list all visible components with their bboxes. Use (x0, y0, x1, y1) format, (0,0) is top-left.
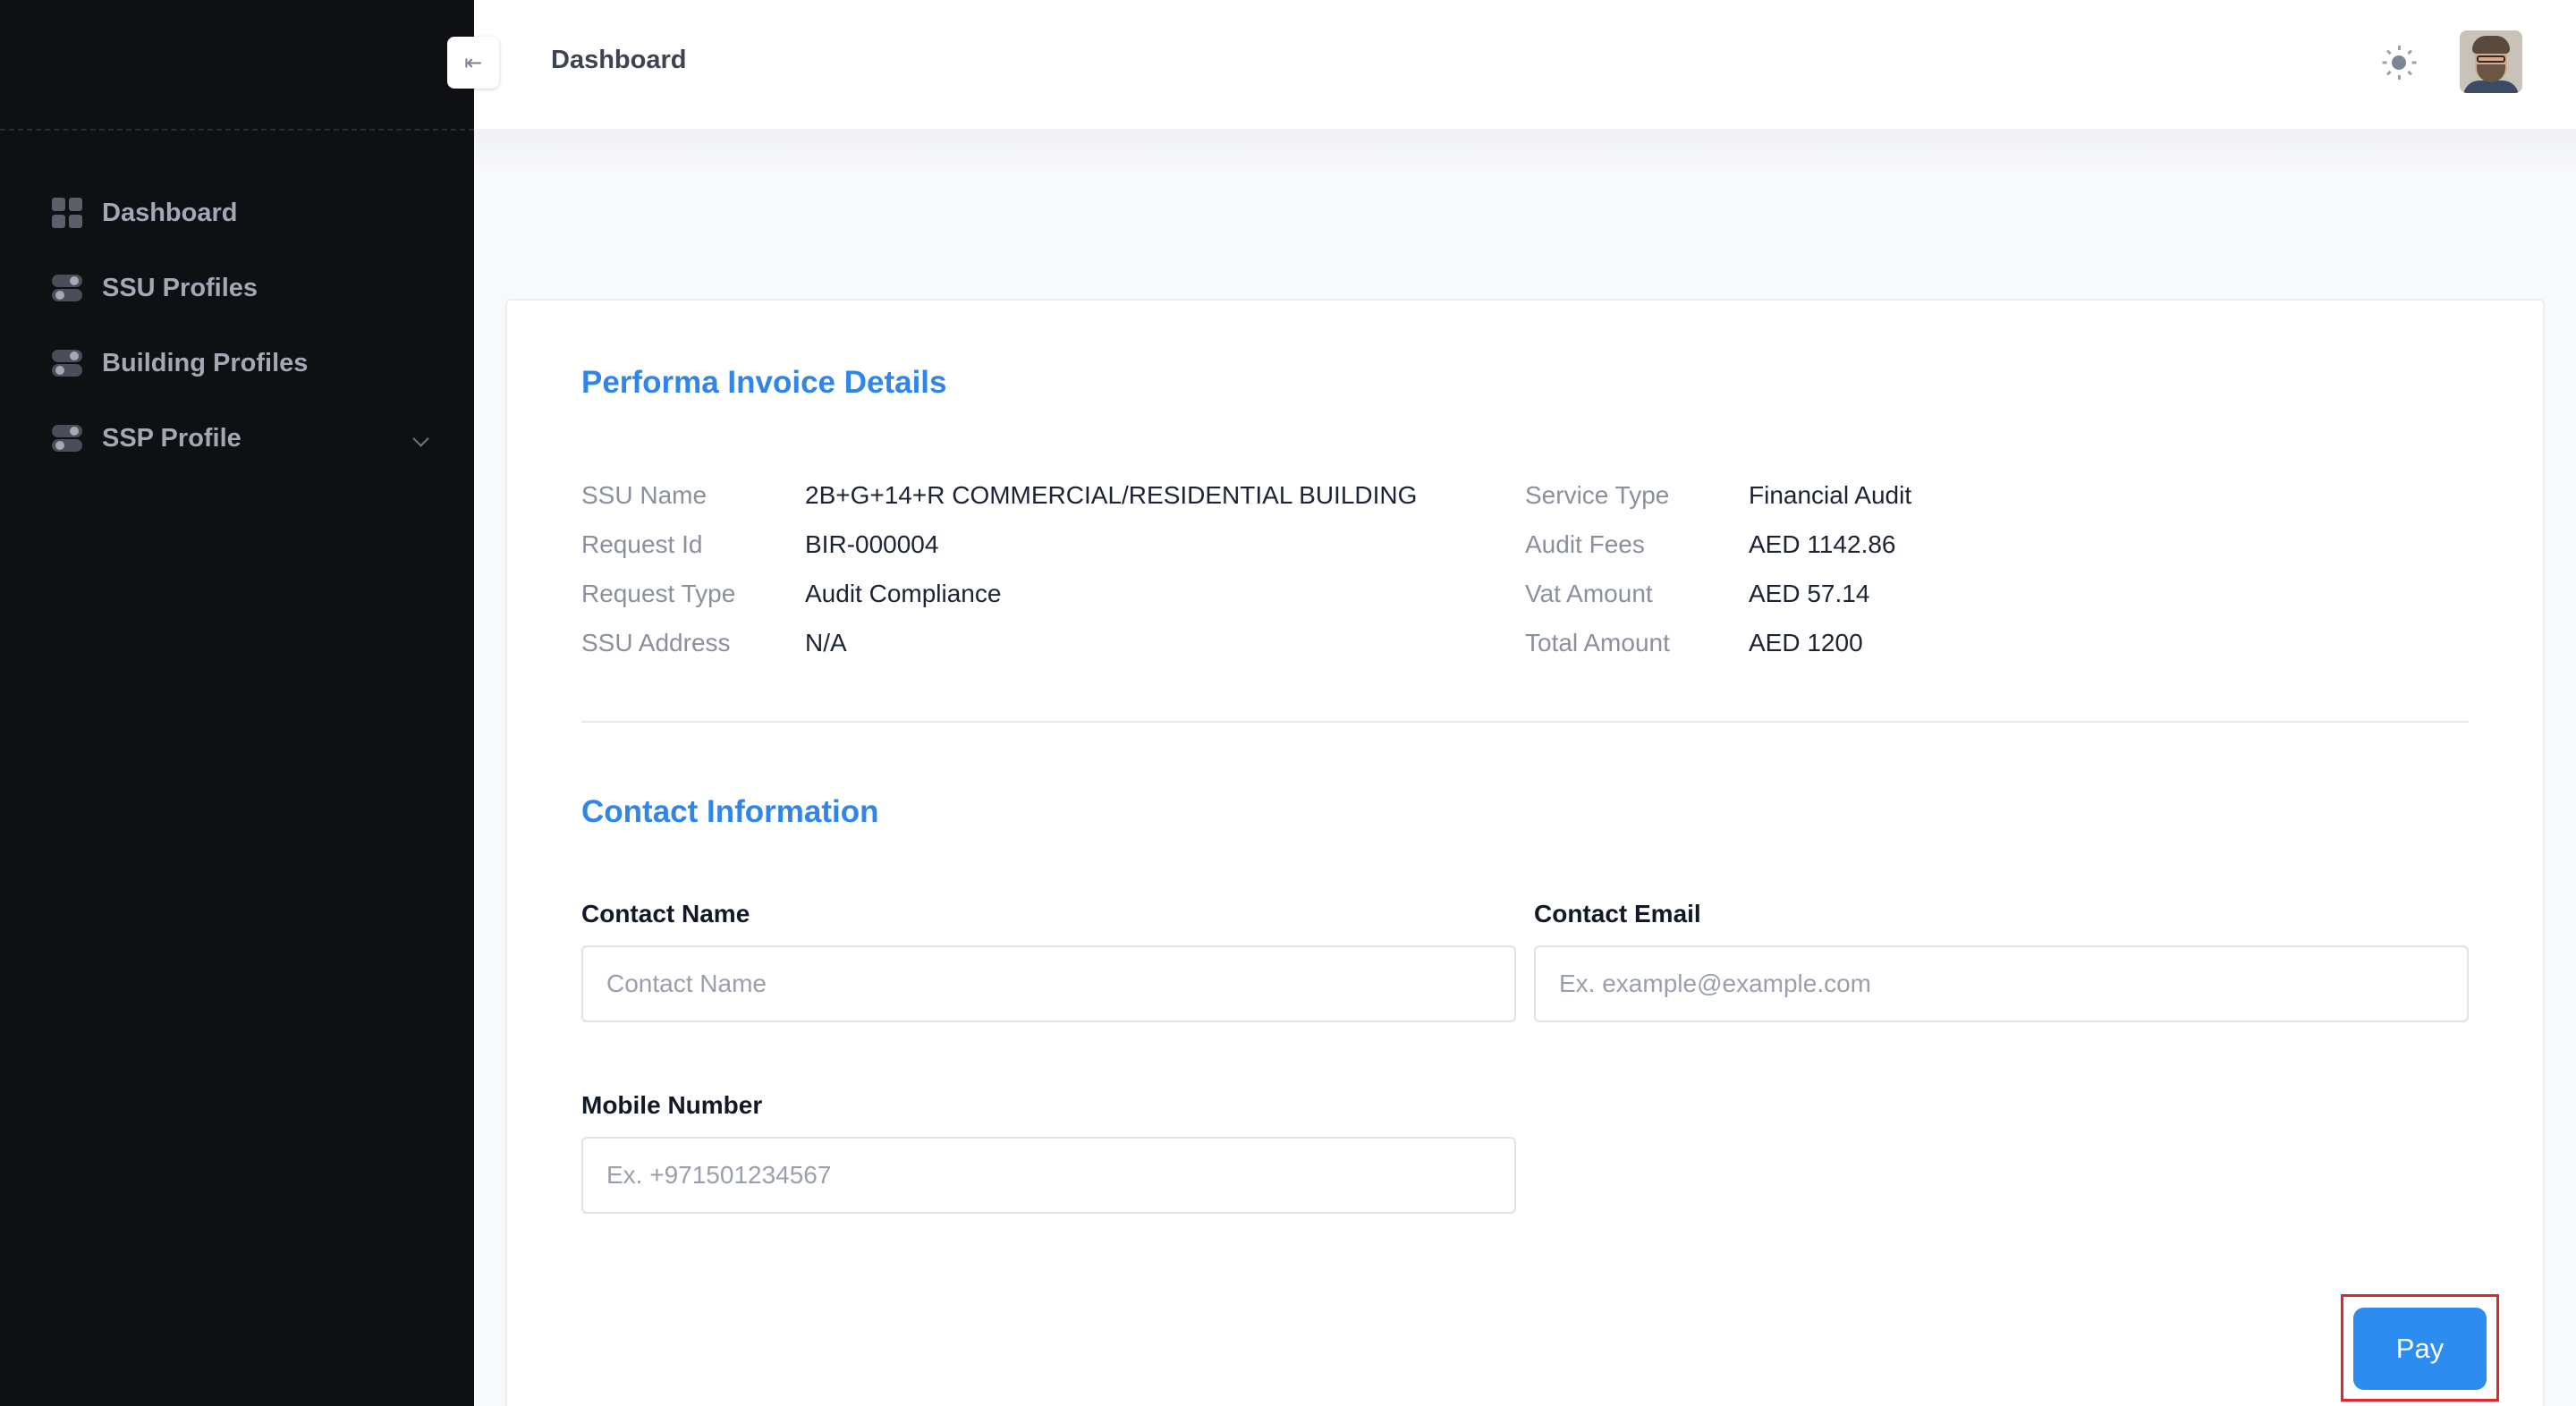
theme-toggle-button[interactable] (2379, 43, 2419, 82)
ssu-name-value: 2B+G+14+R COMMERCIAL/RESIDENTIAL BUILDIN… (805, 481, 1418, 509)
sidebar-item-ssu-profiles[interactable]: SSU Profiles (0, 250, 474, 326)
grid-icon (52, 198, 82, 228)
ssu-name-label: SSU Name (581, 481, 708, 509)
invoice-card (505, 299, 2545, 1406)
sidebar-item-label: SSP Profile (102, 423, 242, 453)
sun-ray (2397, 75, 2401, 80)
sidebar-item-label: SSU Profiles (102, 273, 258, 302)
header-shadow (474, 129, 2576, 174)
toggle-icon (52, 348, 82, 378)
mobile-number-input[interactable] (581, 1137, 1516, 1214)
sidebar-item-ssp-profile[interactable]: SSP Profile (0, 401, 474, 476)
service-type-label: Service Type (1525, 481, 1670, 509)
chevron-down-icon[interactable] (412, 430, 429, 447)
mobile-number-label: Mobile Number (581, 1091, 763, 1119)
request-id-label: Request Id (581, 530, 703, 558)
sidebar-logo-area (0, 0, 474, 131)
request-type-label: Request Type (581, 580, 736, 607)
contact-email-input[interactable] (1534, 945, 2469, 1022)
request-type-value: Audit Compliance (805, 580, 1002, 607)
sun-ray (2385, 70, 2392, 76)
contact-section-title: Contact Information (581, 794, 879, 829)
section-divider (581, 721, 2469, 723)
vat-amount-value: AED 57.14 (1749, 580, 1870, 607)
toggle-icon (52, 423, 82, 453)
sun-ray (2406, 49, 2412, 55)
audit-fees-value: AED 1142.86 (1749, 530, 1896, 558)
sun-ray (2397, 46, 2401, 50)
sidebar-item-label: Dashboard (102, 198, 238, 227)
sun-ray (2411, 61, 2416, 64)
sun-icon (2382, 46, 2416, 80)
avatar[interactable] (2460, 30, 2522, 93)
invoice-section-title: Performa Invoice Details (581, 365, 947, 400)
contact-name-label: Contact Name (581, 900, 750, 927)
contact-name-input[interactable] (581, 945, 1516, 1022)
page-title: Dashboard (551, 46, 687, 74)
arrow-left-icon: ⇤ (463, 50, 483, 75)
ssu-address-label: SSU Address (581, 629, 731, 656)
pay-button[interactable]: Pay (2353, 1308, 2487, 1390)
sun-ray (2385, 49, 2392, 55)
toggle-icon (52, 273, 82, 303)
service-type-value: Financial Audit (1749, 481, 1912, 509)
sun-ray (2382, 61, 2386, 64)
sidebar-item-building-profiles[interactable]: Building Profiles (0, 326, 474, 401)
sun-ray (2406, 70, 2412, 76)
sidebar: Dashboard SSU Profiles Building Profiles… (0, 0, 474, 1406)
sidebar-collapse-button[interactable]: ⇤ (447, 37, 499, 89)
audit-fees-label: Audit Fees (1525, 530, 1645, 558)
total-amount-value: AED 1200 (1749, 629, 1863, 656)
request-id-value: BIR-000004 (805, 530, 939, 558)
sidebar-nav: Dashboard SSU Profiles Building Profiles… (0, 131, 474, 476)
sidebar-item-label: Building Profiles (102, 348, 309, 377)
ssu-address-value: N/A (805, 629, 847, 656)
sidebar-item-dashboard[interactable]: Dashboard (0, 175, 474, 250)
total-amount-label: Total Amount (1525, 629, 1670, 656)
top-header (474, 0, 2576, 129)
vat-amount-label: Vat Amount (1525, 580, 1653, 607)
contact-email-label: Contact Email (1534, 900, 1701, 927)
